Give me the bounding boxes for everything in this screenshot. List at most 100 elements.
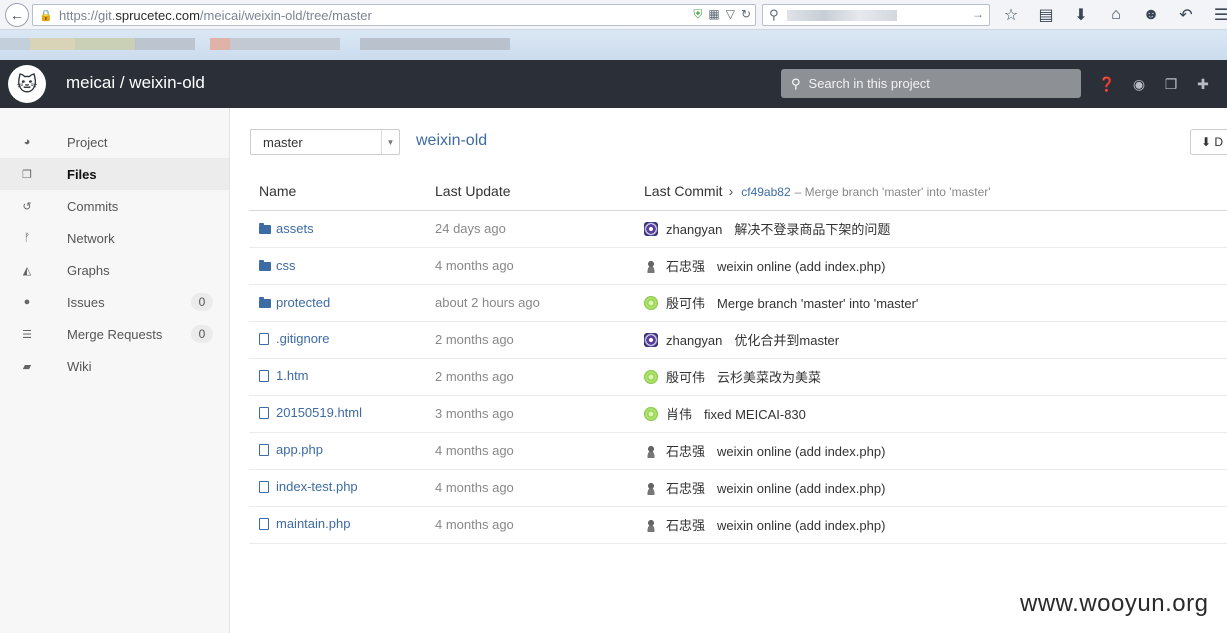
area-chart-icon: ◭ bbox=[22, 264, 32, 277]
commit-message[interactable]: weixin online (add index.php) bbox=[717, 481, 885, 496]
browser-tool-icons: ☆ ▤ ⬇ ⌂ ☻ ↶ ☰ bbox=[1000, 4, 1227, 26]
gitlab-logo-icon[interactable]: 🐱 bbox=[8, 65, 46, 103]
branch-select[interactable]: master ▼ bbox=[250, 129, 400, 155]
blurred-bookmark[interactable] bbox=[75, 38, 135, 50]
last-update-cell: 4 months ago bbox=[435, 469, 644, 507]
commit-message[interactable]: fixed MEICAI-830 bbox=[704, 407, 806, 422]
commit-message[interactable]: 云杉美菜改为美菜 bbox=[717, 370, 821, 385]
commit-message[interactable]: weixin online (add index.php) bbox=[717, 518, 885, 533]
commit-message[interactable]: 解决不登录商品下架的问题 bbox=[734, 222, 890, 237]
sidebar-item-merge-requests[interactable]: ☰ Merge Requests 0 bbox=[0, 318, 229, 350]
repo-name-link[interactable]: weixin-old bbox=[416, 132, 487, 150]
sidebar-item-label: Wiki bbox=[67, 358, 92, 374]
back-arrow-icon[interactable]: ← bbox=[5, 3, 29, 27]
blurred-bookmark[interactable] bbox=[360, 38, 510, 50]
avatar[interactable] bbox=[644, 370, 658, 384]
shield-icon[interactable]: ⛨ bbox=[693, 7, 702, 22]
file-link[interactable]: assets bbox=[259, 221, 314, 236]
download-label: D bbox=[1214, 135, 1224, 149]
commit-message[interactable]: Merge branch 'master' into 'master' bbox=[717, 296, 918, 311]
sidebar-item-graphs[interactable]: ◭ Graphs bbox=[0, 254, 229, 286]
project-search-input[interactable] bbox=[806, 75, 1057, 92]
reload-icon[interactable]: ↻ bbox=[741, 7, 751, 22]
lock-icon: 🔒 bbox=[39, 9, 53, 22]
browser-toolbar: ← 🔒 https://git.sprucetec.com/meicai/wei… bbox=[0, 0, 1227, 30]
sidebar-item-wiki[interactable]: ▰ Wiki bbox=[0, 350, 229, 382]
sidebar-item-network[interactable]: ᚠ Network bbox=[0, 222, 229, 254]
avatar[interactable] bbox=[644, 444, 658, 458]
sidebar-item-label: Graphs bbox=[67, 262, 110, 278]
globe-icon[interactable]: ◉ bbox=[1129, 74, 1149, 94]
commit-author[interactable]: 殷可伟 bbox=[666, 370, 705, 385]
file-link[interactable]: app.php bbox=[259, 442, 323, 457]
file-name: app.php bbox=[276, 442, 323, 458]
blurred-bookmark[interactable] bbox=[135, 38, 195, 50]
copy-icon[interactable]: ❐ bbox=[1161, 74, 1181, 94]
last-commit-message: – Merge branch 'master' into 'master' bbox=[794, 184, 991, 199]
avatar[interactable] bbox=[644, 333, 658, 347]
last-update-cell: 4 months ago bbox=[435, 432, 644, 470]
url-path: /meicai/weixin-old/tree/master bbox=[199, 7, 372, 23]
commit-author[interactable]: zhangyan bbox=[666, 333, 722, 348]
avatar[interactable] bbox=[644, 407, 658, 421]
file-link[interactable]: index-test.php bbox=[259, 479, 358, 494]
blurred-bookmark[interactable] bbox=[230, 38, 340, 50]
commit-message[interactable]: 优化合并到master bbox=[734, 333, 839, 348]
reading-list-icon[interactable]: ▤ bbox=[1035, 4, 1057, 26]
last-update-cell: 3 months ago bbox=[435, 395, 644, 433]
download-icon[interactable]: ⬇ bbox=[1070, 4, 1092, 26]
project-title[interactable]: meicai / weixin-old bbox=[66, 73, 205, 93]
history-icon: ↺ bbox=[22, 200, 32, 213]
project-search[interactable]: ⚲ bbox=[781, 69, 1081, 98]
commit-author[interactable]: 石忠强 bbox=[666, 259, 705, 274]
commit-message[interactable]: weixin online (add index.php) bbox=[717, 259, 885, 274]
avatar[interactable] bbox=[644, 259, 658, 273]
file-link[interactable]: css bbox=[259, 258, 296, 273]
folder-icon bbox=[259, 222, 275, 235]
browser-search-box[interactable]: ⚲ → bbox=[762, 4, 990, 26]
avatar[interactable] bbox=[644, 222, 658, 236]
sidebar-item-commits[interactable]: ↺ Commits bbox=[0, 190, 229, 222]
last-update-cell: 2 months ago bbox=[435, 321, 644, 359]
file-link[interactable]: protected bbox=[259, 295, 330, 310]
commit-author[interactable]: zhangyan bbox=[666, 222, 722, 237]
sidebar-item-project[interactable]: ◕ Project bbox=[0, 126, 229, 158]
commit-message[interactable]: weixin online (add index.php) bbox=[717, 444, 885, 459]
avatar[interactable] bbox=[644, 518, 658, 532]
commit-author[interactable]: 殷可伟 bbox=[666, 296, 705, 311]
bookmark-star-icon[interactable]: ☆ bbox=[1000, 4, 1022, 26]
sidebar-item-files[interactable]: ❐ Files bbox=[0, 158, 229, 190]
undo-icon[interactable]: ↶ bbox=[1175, 4, 1197, 26]
file-name-cell: protected bbox=[249, 284, 435, 322]
home-icon[interactable]: ⌂ bbox=[1105, 4, 1127, 26]
address-bar[interactable]: 🔒 https://git.sprucetec.com/meicai/weixi… bbox=[32, 4, 756, 26]
avatar[interactable] bbox=[644, 481, 658, 495]
dropdown-icon[interactable]: ▽ bbox=[726, 7, 735, 22]
blurred-bookmark[interactable] bbox=[210, 38, 230, 50]
menu-icon[interactable]: ☰ bbox=[1210, 4, 1227, 26]
table-row: app.php 4 months ago 石忠强 weixin online (add… bbox=[249, 432, 1227, 470]
plus-icon[interactable]: ✚ bbox=[1193, 74, 1213, 94]
file-link[interactable]: 1.htm bbox=[259, 368, 309, 383]
blurred-bookmark[interactable] bbox=[30, 38, 75, 50]
table-row: assets 24 days ago zhangyan 解决不登录商品下架的问题 bbox=[249, 210, 1227, 248]
file-link[interactable]: .gitignore bbox=[259, 331, 329, 346]
sidebar-item-issues[interactable]: ● Issues 0 bbox=[0, 286, 229, 318]
chat-icon[interactable]: ☻ bbox=[1140, 4, 1162, 26]
file-name: maintain.php bbox=[276, 516, 351, 532]
qr-code-icon[interactable]: ▦ bbox=[708, 7, 719, 22]
last-commit-sha[interactable]: cf49ab82 bbox=[741, 185, 790, 199]
file-link[interactable]: 20150519.html bbox=[259, 405, 362, 420]
table-row: maintain.php 4 months ago 石忠强 weixin online… bbox=[249, 506, 1227, 544]
file-link[interactable]: maintain.php bbox=[259, 516, 350, 531]
commit-author[interactable]: 肖伟 bbox=[666, 407, 692, 422]
avatar[interactable] bbox=[644, 296, 658, 310]
last-update-cell: 4 months ago bbox=[435, 247, 644, 285]
go-arrow-icon[interactable]: → bbox=[972, 7, 984, 21]
commit-author[interactable]: 石忠强 bbox=[666, 481, 705, 496]
commit-author[interactable]: 石忠强 bbox=[666, 518, 705, 533]
blurred-bookmark[interactable] bbox=[0, 38, 30, 50]
commit-author[interactable]: 石忠强 bbox=[666, 444, 705, 459]
help-icon[interactable]: ❓ bbox=[1097, 74, 1117, 94]
download-button[interactable]: ⬇ D bbox=[1190, 129, 1227, 155]
